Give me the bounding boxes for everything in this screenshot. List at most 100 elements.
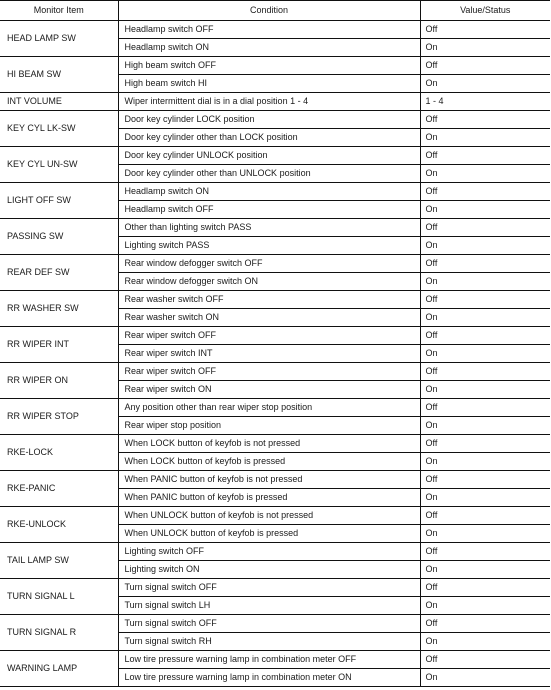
value-status-cell: On	[419, 236, 550, 255]
value-status-cell: Off	[419, 110, 550, 129]
value-status-cell: On	[419, 200, 550, 219]
condition-cell: Headlamp switch ON	[117, 38, 420, 57]
monitor-item-cell: TURN SIGNAL R	[0, 614, 118, 651]
value-status-cell: On	[419, 524, 550, 543]
value-status-cell: Off	[419, 290, 550, 309]
condition-cell: Low tire pressure warning lamp in combin…	[117, 650, 420, 669]
condition-cell: Rear wiper switch OFF	[117, 362, 420, 381]
condition-cell: High beam switch OFF	[117, 56, 420, 75]
value-status-cell: Off	[419, 650, 550, 669]
monitor-item-cell: RR WIPER INT	[0, 326, 118, 363]
condition-cell: When UNLOCK button of keyfob is pressed	[117, 524, 420, 543]
table-row: TURN SIGNAL L Turn signal switch OFF Off	[0, 578, 550, 615]
condition-cell: Door key cylinder UNLOCK position	[117, 146, 420, 165]
condition-cell: Rear wiper stop position	[117, 416, 420, 435]
value-status-cell: On	[419, 452, 550, 471]
header-condition: Condition	[117, 0, 420, 21]
table-row: RR WIPER ON Rear wiper switch OFF Off	[0, 362, 550, 399]
value-status-cell: On	[419, 488, 550, 507]
value-status-cell: On	[419, 632, 550, 651]
condition-cell: When LOCK button of keyfob is pressed	[117, 452, 420, 471]
value-status-cell: On	[419, 596, 550, 615]
value-status-cell: On	[419, 308, 550, 327]
value-status-cell: Off	[419, 20, 550, 39]
table-row: RR WASHER SW Rear washer switch OFF Off	[0, 290, 550, 327]
header-monitor-item: Monitor Item	[0, 0, 118, 21]
condition-cell: Door key cylinder other than LOCK positi…	[117, 128, 420, 147]
value-status-cell: Off	[419, 254, 550, 273]
monitor-item-cell: RR WIPER STOP	[0, 398, 118, 435]
table-row: INT VOLUME Wiper intermittent dial is in …	[0, 92, 550, 111]
condition-cell: Turn signal switch LH	[117, 596, 420, 615]
table-row: RKE-UNLOCK When UNLOCK button of keyfob i…	[0, 506, 550, 543]
value-status-cell: On	[419, 668, 550, 687]
value-status-cell: On	[419, 416, 550, 435]
monitor-item-cell: HEAD LAMP SW	[0, 20, 118, 57]
table-row: HI BEAM SW High beam switch OFF Off	[0, 56, 550, 93]
table-header-row: Monitor Item Condition Value/Status	[0, 0, 550, 21]
condition-cell: When UNLOCK button of keyfob is not pres…	[117, 506, 420, 525]
table-row: RKE-PANIC When PANIC button of keyfob is …	[0, 470, 550, 507]
value-status-cell: On	[419, 128, 550, 147]
value-status-cell: Off	[419, 614, 550, 633]
value-status-cell: Off	[419, 182, 550, 201]
table-row: RR WIPER STOP Any position other than rea…	[0, 398, 550, 435]
monitor-item-cell: LIGHT OFF SW	[0, 182, 118, 219]
condition-cell: Low tire pressure warning lamp in combin…	[117, 668, 420, 687]
value-status-cell: Off	[419, 146, 550, 165]
condition-cell: Lighting switch OFF	[117, 542, 420, 561]
condition-cell: Headlamp switch ON	[117, 182, 420, 201]
value-status-cell: Off	[419, 362, 550, 381]
table-body: HEAD LAMP SW Headlamp switch OFF Off Headla…	[0, 20, 550, 687]
condition-cell: Rear washer switch OFF	[117, 290, 420, 309]
value-status-cell: Off	[419, 326, 550, 345]
value-status-cell: Off	[419, 470, 550, 489]
monitor-item-cell: TURN SIGNAL L	[0, 578, 118, 615]
value-status-cell: Off	[419, 506, 550, 525]
table-row: RKE-LOCK When LOCK button of keyfob is no…	[0, 434, 550, 471]
monitor-item-cell: RKE-PANIC	[0, 470, 118, 507]
condition-cell: Headlamp switch OFF	[117, 20, 420, 39]
table-row: KEY CYL UN-SW Door key cylinder UNLOCK po…	[0, 146, 550, 183]
value-status-cell: Off	[419, 398, 550, 417]
value-status-cell: Off	[419, 218, 550, 237]
table-row: WARNING LAMP Low tire pressure warning la…	[0, 650, 550, 687]
condition-cell: High beam switch HI	[117, 74, 420, 93]
condition-cell: Wiper intermittent dial is in a dial pos…	[117, 92, 420, 111]
condition-cell: Turn signal switch OFF	[117, 578, 420, 597]
monitor-item-cell: RKE-LOCK	[0, 434, 118, 471]
monitor-item-cell: RR WASHER SW	[0, 290, 118, 327]
monitor-item-cell: HI BEAM SW	[0, 56, 118, 93]
value-status-cell: Off	[419, 542, 550, 561]
table-row: LIGHT OFF SW Headlamp switch ON Off	[0, 182, 550, 219]
value-status-cell: 1 - 4	[419, 92, 550, 111]
monitor-item-table: Monitor Item Condition Value/Status HEAD…	[0, 0, 550, 687]
value-status-cell: On	[419, 344, 550, 363]
condition-cell: Rear wiper switch INT	[117, 344, 420, 363]
condition-cell: Turn signal switch OFF	[117, 614, 420, 633]
table-row: PASSING SW Other than lighting switch PAS…	[0, 218, 550, 255]
monitor-item-cell: INT VOLUME	[0, 92, 118, 111]
table-row: RR WIPER INT Rear wiper switch OFF Off	[0, 326, 550, 363]
value-status-cell: On	[419, 560, 550, 579]
condition-cell: When PANIC button of keyfob is pressed	[117, 488, 420, 507]
monitor-item-cell: RR WIPER ON	[0, 362, 118, 399]
condition-cell: When LOCK button of keyfob is not presse…	[117, 434, 420, 453]
monitor-item-cell: KEY CYL UN-SW	[0, 146, 118, 183]
condition-cell: Lighting switch ON	[117, 560, 420, 579]
condition-cell: Other than lighting switch PASS	[117, 218, 420, 237]
monitor-item-cell: WARNING LAMP	[0, 650, 118, 687]
value-status-cell: On	[419, 272, 550, 291]
table-row: HEAD LAMP SW Headlamp switch OFF Off	[0, 20, 550, 57]
condition-cell: Door key cylinder other than UNLOCK posi…	[117, 164, 420, 183]
condition-cell: Door key cylinder LOCK position	[117, 110, 420, 129]
condition-cell: Rear window defogger switch ON	[117, 272, 420, 291]
condition-cell: Turn signal switch RH	[117, 632, 420, 651]
condition-cell: Rear wiper switch OFF	[117, 326, 420, 345]
header-value-status: Value/Status	[419, 0, 550, 21]
table-row: TURN SIGNAL R Turn signal switch OFF Off	[0, 614, 550, 651]
condition-cell: When PANIC button of keyfob is not press…	[117, 470, 420, 489]
value-status-cell: On	[419, 38, 550, 57]
condition-cell: Any position other than rear wiper stop …	[117, 398, 420, 417]
monitor-item-cell: TAIL LAMP SW	[0, 542, 118, 579]
